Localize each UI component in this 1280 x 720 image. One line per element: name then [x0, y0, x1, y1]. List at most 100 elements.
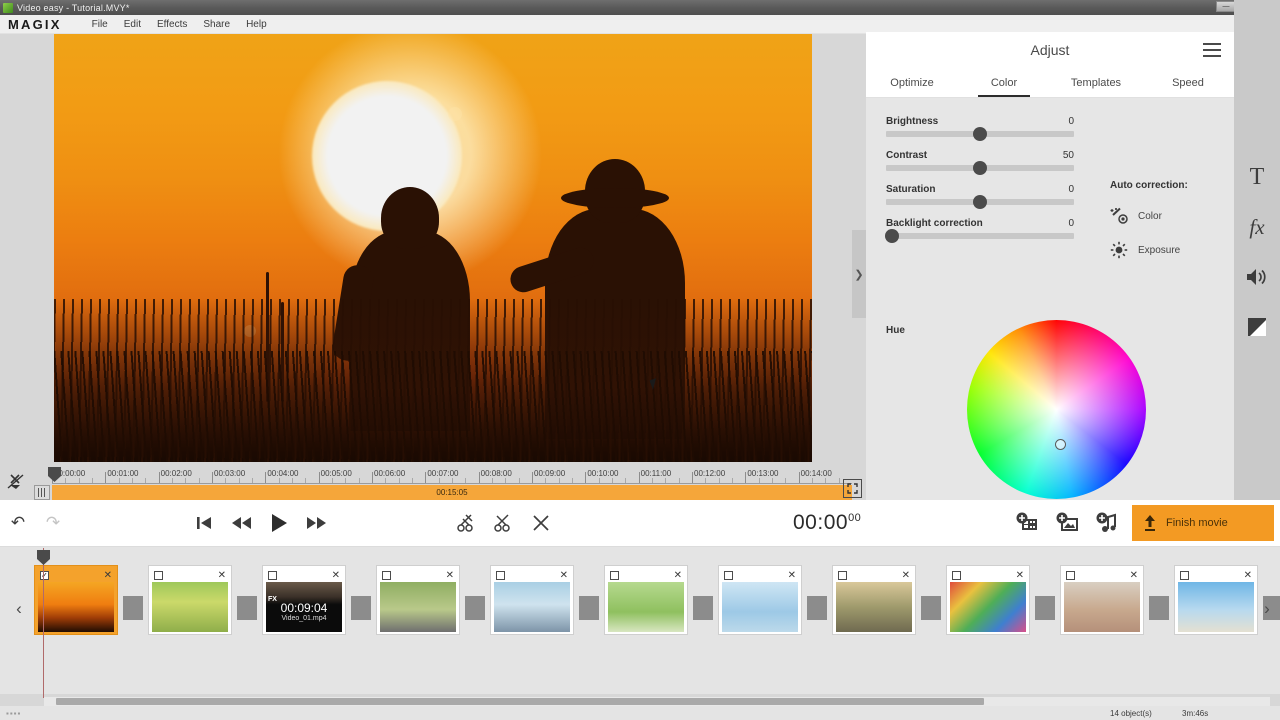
clip-item[interactable]: ✕ [148, 565, 232, 635]
clip-thumbnail[interactable] [950, 582, 1026, 632]
clip-thumbnail[interactable] [152, 582, 228, 632]
skip-to-start-button[interactable] [194, 513, 214, 533]
menu-file[interactable]: File [84, 17, 116, 32]
clip-checkbox[interactable] [496, 571, 505, 580]
clip-checkbox[interactable] [268, 571, 277, 580]
rewind-button[interactable] [231, 513, 253, 533]
clip-thumbnail[interactable] [722, 582, 798, 632]
clip-item[interactable]: ✕ [1174, 565, 1258, 635]
clip-delete-icon[interactable]: ✕ [1244, 570, 1252, 581]
slider-knob[interactable] [973, 195, 987, 209]
clip-checkbox[interactable] [1066, 571, 1075, 580]
menu-edit[interactable]: Edit [116, 17, 149, 32]
clip-delete-icon[interactable]: ✕ [104, 570, 112, 581]
transition-slot[interactable] [921, 596, 941, 620]
transition-slot[interactable] [465, 596, 485, 620]
menu-share[interactable]: Share [195, 17, 238, 32]
clip-checkbox[interactable] [952, 571, 961, 580]
finish-movie-button[interactable]: Finish movie [1132, 505, 1274, 541]
slider-knob[interactable] [973, 127, 987, 141]
storyboard-prev-button[interactable]: ‹ [8, 598, 30, 620]
video-preview[interactable] [54, 34, 812, 462]
clip-thumbnail[interactable] [380, 582, 456, 632]
slider-track[interactable] [886, 195, 1074, 209]
transition-slot[interactable] [237, 596, 257, 620]
clip-thumbnail[interactable] [38, 582, 114, 632]
clip-checkbox[interactable] [838, 571, 847, 580]
transition-slot[interactable] [1035, 596, 1055, 620]
clip-checkbox[interactable] [154, 571, 163, 580]
tab-optimize[interactable]: Optimize [866, 68, 958, 97]
slider-track[interactable] [886, 127, 1074, 141]
clip-thumbnail[interactable] [1064, 582, 1140, 632]
clip-item[interactable]: ✕ [718, 565, 802, 635]
add-audio-icon[interactable] [1094, 511, 1120, 535]
range-bar[interactable]: 00:15:05 [52, 485, 852, 500]
clip-checkbox[interactable] [382, 571, 391, 580]
hue-selector-dot[interactable] [1055, 439, 1066, 450]
panel-collapse-handle[interactable]: ❯ [852, 230, 866, 318]
transition-slot[interactable] [693, 596, 713, 620]
fast-forward-button[interactable] [305, 513, 327, 533]
auto-correction-color[interactable]: Color [1110, 207, 1230, 225]
clip-thumbnail[interactable] [494, 582, 570, 632]
slider-track[interactable] [886, 161, 1074, 175]
clip-delete-icon[interactable]: ✕ [332, 570, 340, 581]
clip-thumbnail[interactable] [836, 582, 912, 632]
hue-color-wheel[interactable] [967, 320, 1146, 499]
clip-delete-icon[interactable]: ✕ [902, 570, 910, 581]
transition-slot[interactable] [579, 596, 599, 620]
add-video-icon[interactable] [1014, 511, 1040, 535]
clip-delete-icon[interactable]: ✕ [446, 570, 454, 581]
clip-thumbnail[interactable] [1178, 582, 1254, 632]
transition-slot[interactable] [351, 596, 371, 620]
horizontal-scrollbar-thumb[interactable] [56, 698, 984, 705]
clip-delete-icon[interactable]: ✕ [1016, 570, 1024, 581]
resize-grip[interactable]: ▪▪▪▪ [6, 709, 21, 718]
tab-color[interactable]: Color [958, 68, 1050, 97]
clip-item[interactable]: ✕ [1060, 565, 1144, 635]
slider-knob[interactable] [884, 229, 899, 243]
slider-track[interactable] [884, 229, 1074, 243]
redo-button[interactable]: ↷ [41, 511, 65, 535]
minimize-button[interactable]: — [1216, 1, 1236, 12]
timeline-ruler[interactable]: 00:00:00 00:01:00 00:02:00 00:03:00 00:04:00… [52, 466, 852, 484]
audio-tool-icon[interactable] [1234, 252, 1280, 302]
transition-slot[interactable] [1149, 596, 1169, 620]
clip-item[interactable]: ✕ [832, 565, 916, 635]
clip-checkbox[interactable] [1180, 571, 1189, 580]
auto-correction-exposure[interactable]: Exposure [1110, 241, 1230, 259]
clip-item[interactable]: ✕ [376, 565, 460, 635]
clip-delete-icon[interactable]: ✕ [218, 570, 226, 581]
menu-effects[interactable]: Effects [149, 17, 195, 32]
hamburger-menu-icon[interactable] [1203, 43, 1221, 57]
clip-delete-icon[interactable]: ✕ [788, 570, 796, 581]
tab-templates[interactable]: Templates [1050, 68, 1142, 97]
clip-item[interactable]: ✕ [604, 565, 688, 635]
clip-delete-icon[interactable]: ✕ [674, 570, 682, 581]
snap-off-icon[interactable] [6, 472, 26, 492]
add-photo-icon[interactable] [1054, 511, 1080, 535]
clip-delete-icon[interactable]: ✕ [1130, 570, 1138, 581]
clip-thumbnail[interactable] [608, 582, 684, 632]
clip-item[interactable]: ✕ [490, 565, 574, 635]
clip-checkbox[interactable] [610, 571, 619, 580]
fullscreen-icon[interactable] [843, 479, 862, 498]
transition-tool-icon[interactable] [1234, 302, 1280, 352]
clip-thumbnail[interactable]: FX 00:09:04 Video_01.mp4 [266, 582, 342, 632]
split-scene-icon[interactable] [454, 511, 478, 535]
tab-speed[interactable]: Speed [1142, 68, 1234, 97]
text-tool-icon[interactable]: T [1234, 152, 1280, 202]
effects-tool-icon[interactable]: fx [1234, 202, 1280, 252]
transition-slot[interactable] [123, 596, 143, 620]
delete-object-icon[interactable] [529, 511, 553, 535]
split-object-icon[interactable] [491, 511, 515, 535]
clip-item[interactable]: ✕ [946, 565, 1030, 635]
storyboard-next-button[interactable]: › [1256, 598, 1278, 620]
clip-checkbox[interactable]: ✓ [40, 571, 49, 580]
clip-checkbox[interactable] [724, 571, 733, 580]
transition-slot[interactable] [807, 596, 827, 620]
slider-knob[interactable] [973, 161, 987, 175]
clip-delete-icon[interactable]: ✕ [560, 570, 568, 581]
menu-help[interactable]: Help [238, 17, 275, 32]
